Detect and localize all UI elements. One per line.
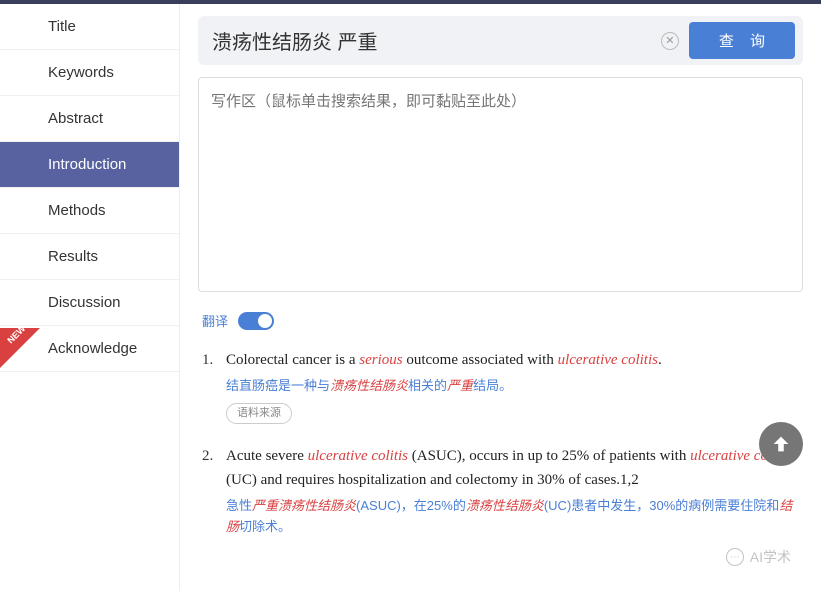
result-body: Acute severe ulcerative colitis (ASUC), … [226,444,799,538]
translate-label: 翻译 [202,311,228,330]
result-chinese: 结直肠癌是一种与溃疡性结肠炎相关的严重结局。 [226,376,799,397]
result-chinese: 急性严重溃疡性结肠炎(ASUC)，在25%的溃疡性结肠炎(UC)患者中发生，30… [226,496,799,538]
source-chip[interactable]: 语料来源 [226,403,292,425]
scroll-top-button[interactable] [759,422,803,466]
result-number: 1. [202,348,226,424]
result-item[interactable]: 2.Acute severe ulcerative colitis (ASUC)… [202,444,799,538]
new-badge: NEW [0,328,40,368]
sidebar-item-introduction[interactable]: Introduction [0,142,179,188]
sidebar-item-title[interactable]: Title [0,4,179,50]
sidebar-item-keywords[interactable]: Keywords [0,50,179,96]
search-input[interactable] [212,29,661,52]
sidebar-item-methods[interactable]: Methods [0,188,179,234]
translate-toggle[interactable] [238,312,274,330]
result-english: Colorectal cancer is a serious outcome a… [226,348,799,372]
result-english: Acute severe ulcerative colitis (ASUC), … [226,444,799,492]
result-item[interactable]: 1.Colorectal cancer is a serious outcome… [202,348,799,424]
query-button[interactable]: 查 询 [689,22,795,59]
result-number: 2. [202,444,226,538]
search-row: ✕ 查 询 [198,16,803,65]
results-list: 1.Colorectal cancer is a serious outcome… [198,348,803,538]
wechat-icon: ⋯ [726,548,744,566]
watermark: ⋯ AI学术 [726,547,791,567]
main-panel: ✕ 查 询 翻译 1.Colorectal cancer is a seriou… [180,4,821,591]
sidebar-item-results[interactable]: Results [0,234,179,280]
translate-row: 翻译 [202,311,803,330]
sidebar-item-discussion[interactable]: Discussion [0,280,179,326]
sidebar-item-abstract[interactable]: Abstract [0,96,179,142]
sidebar: TitleKeywordsAbstractIntroductionMethods… [0,4,180,591]
clear-icon[interactable]: ✕ [661,32,679,50]
writing-area[interactable] [198,77,803,292]
result-body: Colorectal cancer is a serious outcome a… [226,348,799,424]
